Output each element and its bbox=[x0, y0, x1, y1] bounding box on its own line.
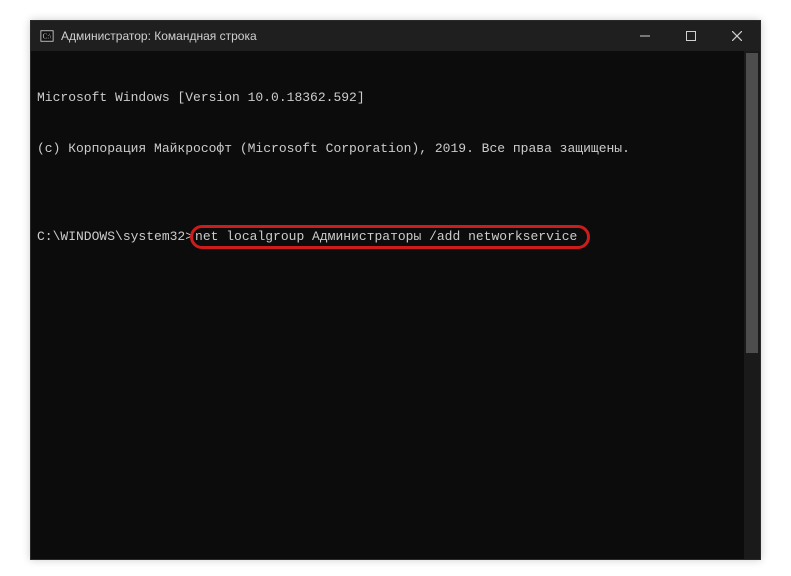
scrollbar-thumb[interactable] bbox=[746, 53, 758, 353]
prompt: C:\WINDOWS\system32> bbox=[37, 229, 193, 244]
close-button[interactable] bbox=[714, 21, 760, 51]
cmd-icon: C:\ bbox=[39, 28, 55, 44]
vertical-scrollbar[interactable] bbox=[744, 51, 760, 559]
output-line: (c) Корпорация Майкрософт (Microsoft Cor… bbox=[37, 140, 738, 157]
window-controls bbox=[622, 21, 760, 51]
command-text: net localgroup Администраторы /add netwo… bbox=[195, 229, 577, 244]
cmd-window: C:\ Администратор: Командная строка Micr… bbox=[30, 20, 761, 560]
svg-text:C:\: C:\ bbox=[43, 33, 52, 41]
minimize-button[interactable] bbox=[622, 21, 668, 51]
prompt-line: C:\WINDOWS\system32>net localgroup Админ… bbox=[37, 225, 738, 249]
terminal-output[interactable]: Microsoft Windows [Version 10.0.18362.59… bbox=[31, 51, 744, 559]
command-highlight: net localgroup Администраторы /add netwo… bbox=[190, 225, 590, 249]
client-area: Microsoft Windows [Version 10.0.18362.59… bbox=[31, 51, 760, 559]
output-line: Microsoft Windows [Version 10.0.18362.59… bbox=[37, 89, 738, 106]
maximize-button[interactable] bbox=[668, 21, 714, 51]
titlebar[interactable]: C:\ Администратор: Командная строка bbox=[31, 21, 760, 51]
window-title: Администратор: Командная строка bbox=[61, 29, 257, 43]
